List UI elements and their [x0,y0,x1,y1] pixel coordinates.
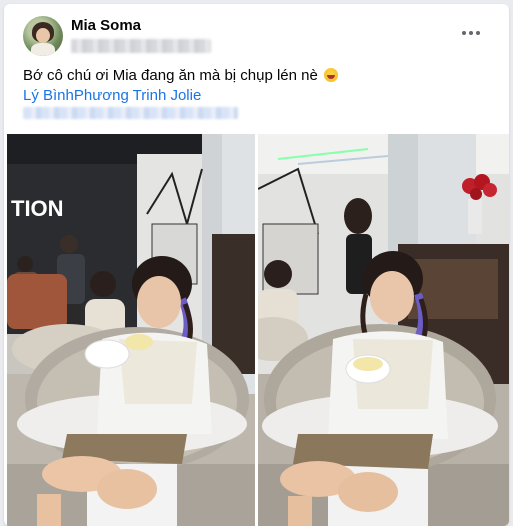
photo-right[interactable] [258,134,509,526]
photo-left[interactable]: TION [7,134,255,526]
post-header: Mia Soma [4,4,509,64]
caption-text: Bớ cô chú ơi Mia đang ăn mà bị chụp lén … [23,67,318,84]
photo-grid: TION [7,134,509,526]
photo-left-image: TION [7,134,255,526]
laughing-emoji-icon [324,68,339,82]
more-options-button[interactable] [456,22,486,44]
tagged-people: Lý BìnhPhương Trinh Jolie [23,86,201,106]
tags-redacted [23,107,238,119]
tag-link-1[interactable]: Lý Bình [23,87,74,104]
author-name[interactable]: Mia Soma [71,17,141,34]
sign-text: TION [11,196,64,221]
avatar[interactable] [23,16,63,56]
more-icon [462,31,466,35]
post-card: Mia Soma Bớ cô chú ơi Mia đang ăn mà bị … [4,4,509,526]
post-caption: Bớ cô chú ơi Mia đang ăn mà bị chụp lén … [23,66,493,86]
photo-right-image [258,134,509,526]
post-meta-redacted [71,39,211,53]
tag-link-2[interactable]: Phương Trinh Jolie [74,87,201,104]
